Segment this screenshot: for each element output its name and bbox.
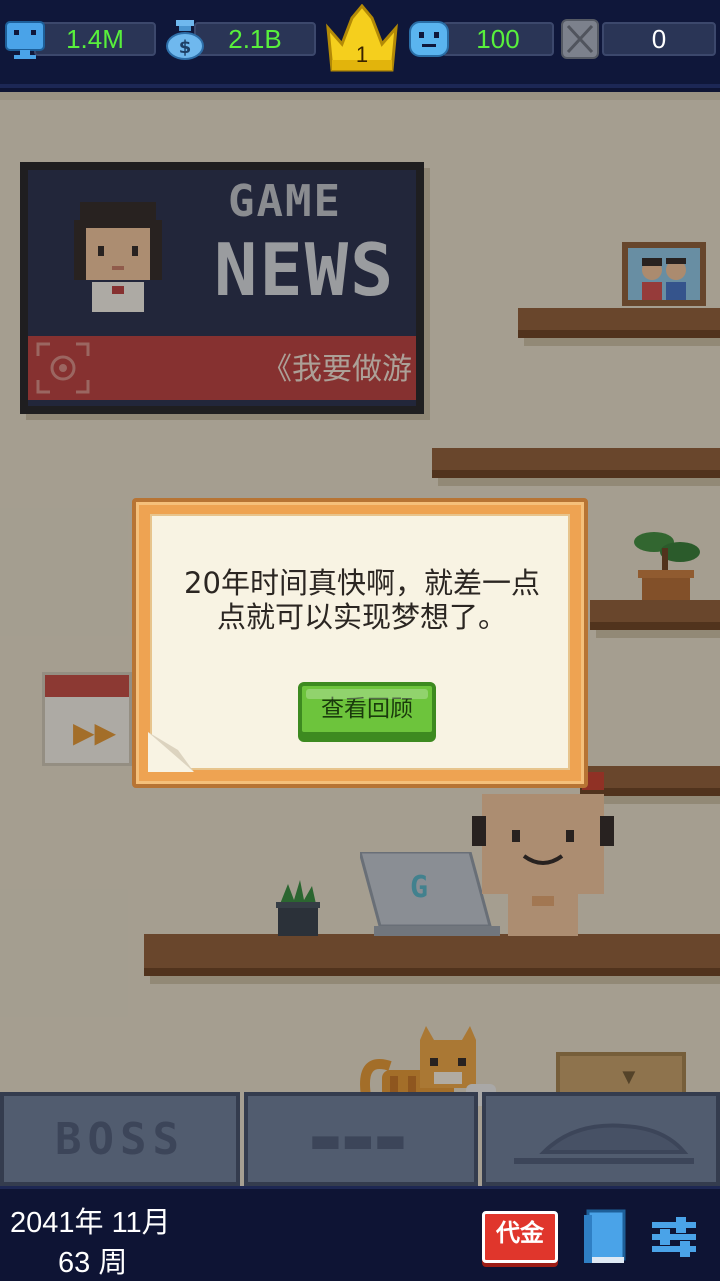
svg-text:$: $ [179,37,192,58]
settings-sliders-icon[interactable] [650,1213,698,1261]
fans-value: 1.4M [34,22,156,56]
locked-value: 0 [602,22,716,56]
staff-value: 100 [442,22,554,56]
dialog-message: 20年时间真快啊，就差一点点就可以实现梦想了。 [184,566,540,634]
money-bag-icon: $ [166,20,204,60]
page-curl-icon [148,732,194,772]
smiley-face-icon [409,21,449,57]
bottom-status-bar: 2041年 11月 63 周 代金 [0,1186,720,1280]
game-week: 63 周 [58,1247,128,1279]
anniversary-dialog: 20年时间真快啊，就差一点点就可以实现梦想了。 查看回顾 [132,498,588,788]
money-stat[interactable]: 2.1B $ [164,18,316,60]
book-icon[interactable] [582,1209,628,1265]
locked-stat[interactable]: 0 [560,18,716,60]
top-stats-bar: 1.4M 2.1B $ 1 100 0 [0,0,720,88]
rank-value: 1 [355,42,369,67]
money-value: 2.1B [194,22,316,56]
dialog-paper: 20年时间真快啊，就差一点点就可以实现梦想了。 查看回顾 [148,514,570,772]
fans-stat[interactable]: 1.4M [4,18,156,60]
staff-stat[interactable]: 100 [408,18,554,60]
fan-monitor-icon [5,21,45,59]
view-review-button[interactable]: 查看回顾 [298,682,436,736]
voucher-button[interactable]: 代金 [482,1211,558,1263]
locked-slot-icon [561,19,599,59]
game-date: 2041年 11月 [10,1207,171,1239]
rank-stat[interactable]: 1 [322,4,402,76]
